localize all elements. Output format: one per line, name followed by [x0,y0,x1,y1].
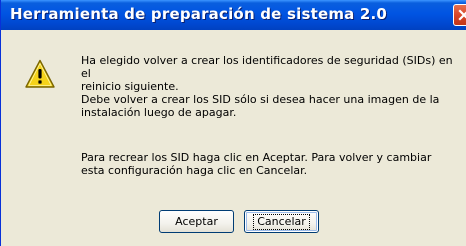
window-title: Herramienta de preparación de sistema 2.… [10,5,388,23]
message-line: esta configuración haga clic en Cancelar… [81,164,308,177]
accept-button-label: Aceptar [175,215,218,228]
cancel-button[interactable]: Cancelar [244,210,319,233]
close-button[interactable] [453,4,466,26]
message-paragraph-1: Ha elegido volver a crear los identifica… [81,54,461,119]
dialog-body: Ha elegido volver a crear los identifica… [1,30,466,246]
message-paragraph-2: Para recrear los SID haga clic en Acepta… [81,151,461,177]
warning-icon [25,59,55,88]
title-bar[interactable]: Herramienta de preparación de sistema 2.… [1,0,466,30]
message-line: instalación luego de apagar. [81,106,237,119]
message-line: el [81,67,91,80]
message-line: reinicio siguiente. [81,80,179,93]
message-line: Debe volver a crear los SID sólo si dese… [81,93,440,106]
close-icon [458,9,466,21]
accept-button[interactable]: Aceptar [159,210,234,233]
dialog-window: Herramienta de preparación de sistema 2.… [0,0,466,246]
cancel-button-label: Cancelar [253,213,310,230]
message-line: Para recrear los SID haga clic en Acepta… [81,151,432,164]
message-line: Ha elegido volver a crear los identifica… [81,54,453,67]
